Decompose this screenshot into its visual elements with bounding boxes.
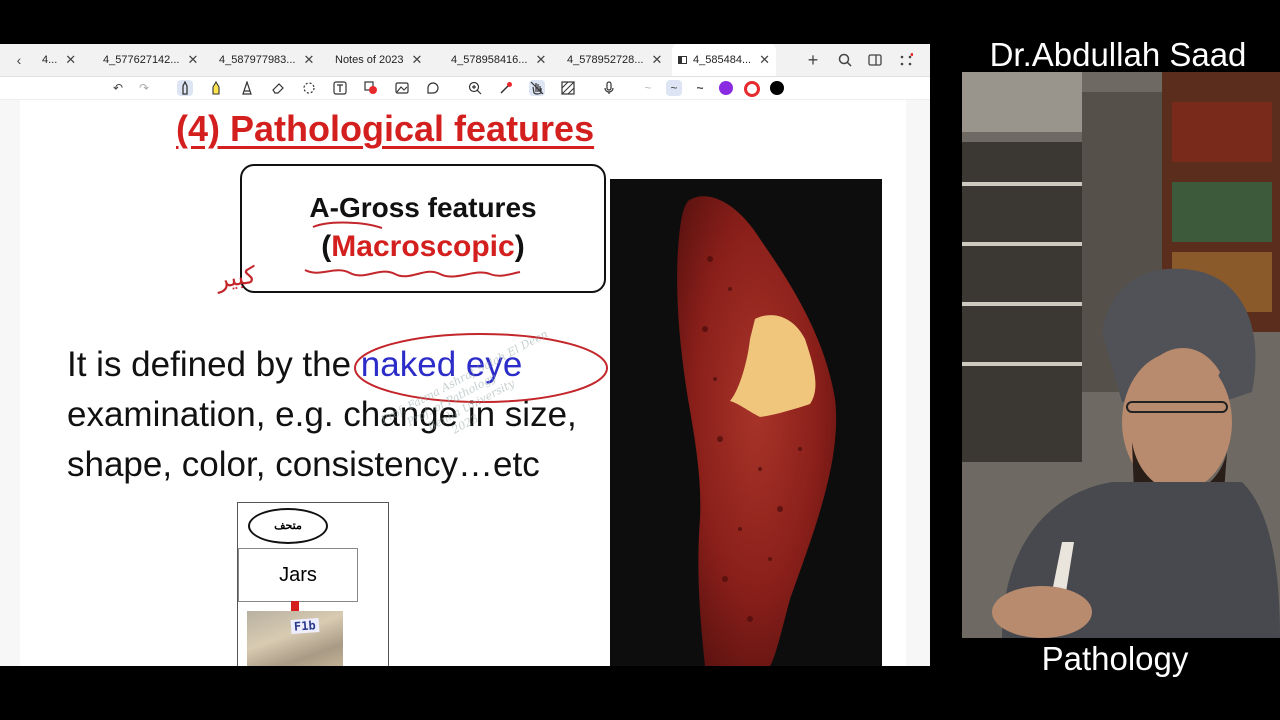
paren-open: (	[321, 230, 332, 263]
sticker-icon[interactable]	[425, 80, 441, 96]
text-icon[interactable]	[332, 80, 348, 96]
tab-7-active[interactable]: 4_585484... ✕	[672, 44, 777, 76]
back-icon[interactable]: ‹	[10, 51, 28, 69]
hand-icon[interactable]	[529, 80, 545, 96]
tab-label: 4_577627142...	[103, 54, 180, 66]
tab-6[interactable]: 4_578952728... ✕	[567, 44, 662, 76]
stroke-thin-icon[interactable]: ~	[640, 80, 656, 96]
ceiling	[962, 72, 1082, 132]
subject-label: Pathology	[1041, 640, 1189, 677]
tab-label: 4_578958416...	[451, 54, 528, 66]
image-icon[interactable]	[394, 80, 410, 96]
macroscopic-word: Macroscopic	[331, 230, 515, 263]
close-icon[interactable]: ✕	[412, 52, 423, 68]
definition-text: It is defined by the naked eye examinati…	[67, 340, 627, 490]
jars-label: Jars	[238, 548, 358, 602]
color-swatch-black[interactable]	[770, 81, 784, 95]
undo-icon[interactable]: ↶	[110, 80, 126, 96]
organ-slice	[677, 196, 837, 666]
presenter-webcam	[962, 72, 1280, 638]
canvas-area[interactable]: (4) Pathological features A-Gross featur…	[0, 100, 930, 666]
tab-1[interactable]: 4... ✕	[42, 44, 76, 76]
close-icon[interactable]: ✕	[187, 52, 198, 68]
color-swatch-red[interactable]	[744, 81, 760, 97]
stroke-thick-icon[interactable]: ~	[692, 80, 708, 96]
connector	[291, 601, 299, 611]
hatch-icon[interactable]	[560, 80, 576, 96]
tab-5[interactable]: 4_578958416... ✕	[451, 44, 546, 76]
redo-icon[interactable]: ↷	[136, 80, 152, 96]
definition-part2: examination, e.g. change in size, shape,…	[67, 395, 577, 484]
presenter-video-frame	[962, 72, 1280, 638]
specimen-jar-photo: F1b	[247, 611, 343, 666]
tab-bar: ‹ 4... ✕ 4_577627142... ✕ 4_587977983...…	[0, 44, 930, 77]
eraser-icon[interactable]	[270, 80, 286, 96]
zoom-icon[interactable]	[467, 80, 483, 96]
microphone-icon[interactable]	[601, 80, 617, 96]
naked-eye-highlight: naked eye	[360, 345, 523, 384]
tab-label: 4_578952728...	[567, 54, 644, 66]
paren-close: )	[514, 230, 525, 263]
close-icon[interactable]: ✕	[759, 52, 770, 68]
search-icon[interactable]	[836, 51, 854, 69]
new-tab-icon[interactable]: +	[804, 50, 822, 70]
slide-page[interactable]: (4) Pathological features A-Gross featur…	[20, 100, 906, 666]
close-icon[interactable]: ✕	[65, 52, 76, 68]
museum-jars-diagram: متحف Jars F1b	[237, 502, 389, 666]
close-icon[interactable]: ✕	[651, 52, 662, 68]
close-icon[interactable]: ✕	[535, 52, 546, 68]
close-icon[interactable]: ✕	[303, 52, 314, 68]
laser-pointer-icon[interactable]	[498, 80, 514, 96]
macroscopic-heading: (Macroscopic)	[242, 230, 604, 264]
tab-2[interactable]: 4_577627142... ✕	[103, 44, 198, 76]
gross-specimen-photo	[610, 179, 882, 666]
annotation-toolbar: ↶ ↷ ~ ~ ~	[0, 77, 930, 100]
pencil-icon[interactable]	[239, 80, 255, 96]
slide-title: (4) Pathological features	[176, 108, 595, 149]
tab-3[interactable]: 4_587977983... ✕	[219, 44, 314, 76]
page-icon	[678, 56, 687, 64]
note-app-window: ‹ 4... ✕ 4_577627142... ✕ 4_587977983...…	[0, 44, 930, 666]
gross-features-heading: A-Gross features	[309, 192, 537, 223]
tab-4[interactable]: Notes of 2023 ✕	[335, 44, 422, 76]
tabs-grid-icon[interactable]	[866, 51, 884, 69]
tab-label: Notes of 2023	[335, 54, 404, 66]
tab-label: 4_587977983...	[219, 54, 296, 66]
spleen-infarct-image	[677, 196, 837, 666]
color-swatch-purple[interactable]	[719, 81, 733, 95]
museum-label: متحف	[248, 508, 328, 544]
gross-features-box: A-Gross features (Macroscopic)	[240, 164, 606, 293]
more-icon[interactable]	[897, 51, 915, 69]
tab-label: 4...	[42, 54, 58, 66]
tab-label: 4_585484...	[693, 54, 752, 66]
definition-part1: It is defined by the	[67, 345, 361, 384]
jar-tag: F1b	[290, 618, 320, 634]
lasso-icon[interactable]	[301, 80, 317, 96]
highlighter-icon[interactable]	[208, 80, 224, 96]
stroke-medium-icon[interactable]: ~	[666, 80, 682, 96]
shapes-icon[interactable]	[363, 80, 379, 96]
pen-icon[interactable]	[177, 80, 193, 96]
presenter-name: Dr.Abdullah Saad	[989, 36, 1247, 73]
